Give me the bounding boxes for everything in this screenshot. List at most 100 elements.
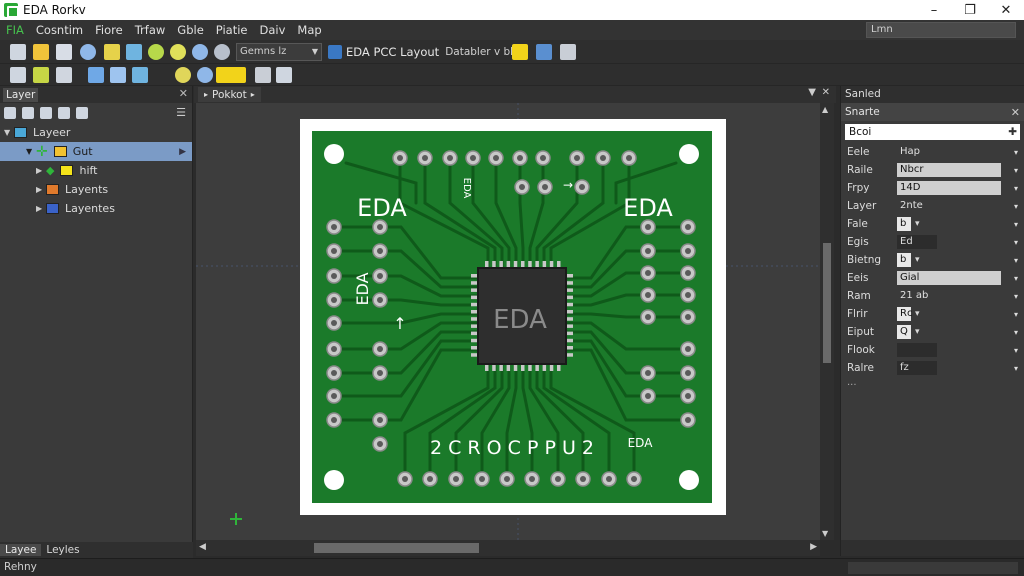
zoom-in-icon[interactable]	[80, 44, 96, 60]
chevron-down-icon[interactable]: ▾	[1014, 256, 1018, 265]
property-row[interactable]: Fale b ▾ ▾	[841, 215, 1024, 233]
copy-icon[interactable]	[56, 44, 72, 60]
property-value[interactable]: Ed	[897, 235, 937, 249]
property-row[interactable]: Layer 2nte ▾	[841, 197, 1024, 215]
copy-layer-icon[interactable]	[22, 107, 34, 119]
menu-item-2[interactable]: Cosntim	[30, 23, 89, 37]
tab-layers[interactable]: Layee	[0, 544, 42, 556]
chevron-down-icon[interactable]: ▾	[1014, 328, 1018, 337]
grid-combo[interactable]: Gemns lz ▼	[236, 43, 322, 61]
probe-icon[interactable]	[175, 67, 191, 83]
property-row[interactable]: Egis Ed ▾	[841, 233, 1024, 251]
property-value[interactable]: Q	[897, 325, 911, 339]
chevron-down-icon[interactable]: ▾	[1014, 166, 1018, 175]
close-button[interactable]: ✕	[988, 0, 1024, 20]
tree-item-root[interactable]: ▼ Layeer	[0, 123, 192, 142]
property-value[interactable]: b	[897, 217, 911, 231]
minimize-button[interactable]: –	[916, 0, 952, 20]
move-icon[interactable]	[56, 67, 72, 83]
settings-icon[interactable]	[276, 67, 292, 83]
property-value[interactable]: Hap	[897, 145, 920, 159]
merge-layer-icon[interactable]	[40, 107, 52, 119]
property-row[interactable]: Ram 21 ab ▾	[841, 287, 1024, 305]
chevron-down-icon[interactable]: ▾	[915, 255, 920, 265]
new-layer-icon[interactable]	[4, 107, 16, 119]
zoom-fit-icon[interactable]	[148, 44, 164, 60]
highlight-icon[interactable]	[104, 44, 120, 60]
wire-icon[interactable]	[33, 67, 49, 83]
menu-item-file[interactable]: FIA	[0, 23, 30, 37]
pointer-icon[interactable]	[10, 67, 26, 83]
property-row[interactable]: Eiput Q ▾ ▾	[841, 323, 1024, 341]
property-row[interactable]: Eeis Gial ▾	[841, 269, 1024, 287]
chevron-down-icon[interactable]: ▾	[915, 327, 920, 337]
tree-item-layer[interactable]: ▶ Layents	[0, 180, 192, 199]
property-value[interactable]: 21 ab	[897, 289, 928, 303]
chevron-down-icon[interactable]: ▾	[915, 219, 920, 229]
chevron-down-icon[interactable]: ▾	[1014, 292, 1018, 301]
scrollbar-thumb[interactable]	[314, 543, 479, 553]
close-icon[interactable]: ✕	[1011, 106, 1020, 119]
property-value[interactable]: 2nte	[897, 199, 923, 213]
route-icon[interactable]	[126, 44, 142, 60]
tree-item-selected[interactable]: ▼ ✛ Gut ▶	[0, 142, 192, 161]
chevron-down-icon[interactable]: ▾	[1014, 310, 1018, 319]
select-icon[interactable]	[10, 44, 26, 60]
export-icon[interactable]	[560, 44, 576, 60]
chevron-down-icon[interactable]: ▾	[1014, 148, 1018, 157]
menu-item-3[interactable]: Fiore	[89, 23, 129, 37]
maximize-button[interactable]: ❐	[952, 0, 988, 20]
chevron-down-icon[interactable]: ▾	[1014, 220, 1018, 229]
tab-document[interactable]: ▸ Pokkot ▸	[198, 87, 261, 102]
expand-arrow-icon[interactable]: ▼	[26, 147, 36, 156]
menu-item-7[interactable]: Daiv	[253, 23, 291, 37]
menu-item-6[interactable]: Piatie	[210, 23, 254, 37]
tree-item-layer[interactable]: ▶ ◆ hift	[0, 161, 192, 180]
menu-icon[interactable]: ☰	[176, 106, 186, 119]
horizontal-scrollbar[interactable]: ◀ ▶	[196, 540, 820, 556]
property-value[interactable]: b	[897, 253, 911, 267]
tab-layers-alt[interactable]: Leyles	[41, 544, 84, 556]
scroll-up-icon[interactable]: ▲	[822, 105, 828, 114]
property-value[interactable]: Gial	[897, 271, 1001, 285]
menu-search-input[interactable]: Lmn	[866, 22, 1016, 38]
vertical-scrollbar[interactable]: ▲ ▼	[820, 103, 834, 540]
close-icon[interactable]: ✕	[179, 87, 188, 100]
via-icon[interactable]	[132, 67, 148, 83]
pin-icon[interactable]: ✚	[1008, 124, 1017, 140]
chevron-down-icon[interactable]: ▼	[808, 87, 816, 98]
layers-view-icon[interactable]	[536, 44, 552, 60]
chevron-down-icon[interactable]: ▾	[1014, 202, 1018, 211]
grid-layer-icon[interactable]	[76, 107, 88, 119]
property-value[interactable]: Rc	[897, 307, 912, 321]
expand-arrow-icon[interactable]: ▶	[36, 166, 46, 175]
scrollbar-thumb[interactable]	[823, 243, 831, 363]
pcb-canvas[interactable]: EDA EDA EDA 2 C R O C P P U 2 EDA EDA ED…	[196, 103, 820, 540]
expand-arrow-icon[interactable]: ▶	[36, 185, 46, 194]
property-value[interactable]: fz	[897, 361, 937, 375]
property-row[interactable]: Raile Nbcr ▾	[841, 161, 1024, 179]
menu-item-8[interactable]: Map	[291, 23, 327, 37]
close-icon[interactable]: ✕	[822, 87, 830, 98]
menu-item-5[interactable]: Gble	[171, 23, 209, 37]
property-row[interactable]: Ralre fz ▾	[841, 359, 1024, 377]
property-value[interactable]	[897, 343, 937, 357]
chevron-down-icon[interactable]: ▾	[1014, 238, 1018, 247]
chevron-down-icon[interactable]: ▾	[1014, 346, 1018, 355]
drc-icon[interactable]	[512, 44, 528, 60]
open-folder-icon[interactable]	[33, 44, 49, 60]
zoom-area-icon[interactable]	[170, 44, 186, 60]
chevron-down-icon[interactable]: ▾	[915, 309, 920, 319]
menu-item-4[interactable]: Trfaw	[129, 23, 172, 37]
property-value[interactable]: 14D	[897, 181, 1001, 195]
group-layer-icon[interactable]	[58, 107, 70, 119]
scroll-down-icon[interactable]: ▼	[822, 529, 828, 538]
measure-icon[interactable]	[197, 67, 213, 83]
property-row[interactable]: Flrir Rc ▾ ▾	[841, 305, 1024, 323]
zoom-out-icon[interactable]	[192, 44, 208, 60]
expand-arrow-icon[interactable]: ▶	[36, 204, 46, 213]
tag-icon[interactable]	[110, 67, 126, 83]
expand-arrow-icon[interactable]: ▼	[4, 128, 14, 137]
chevron-right-icon[interactable]: ▶	[179, 147, 186, 157]
tree-item-layer[interactable]: ▶ Layentes	[0, 199, 192, 218]
